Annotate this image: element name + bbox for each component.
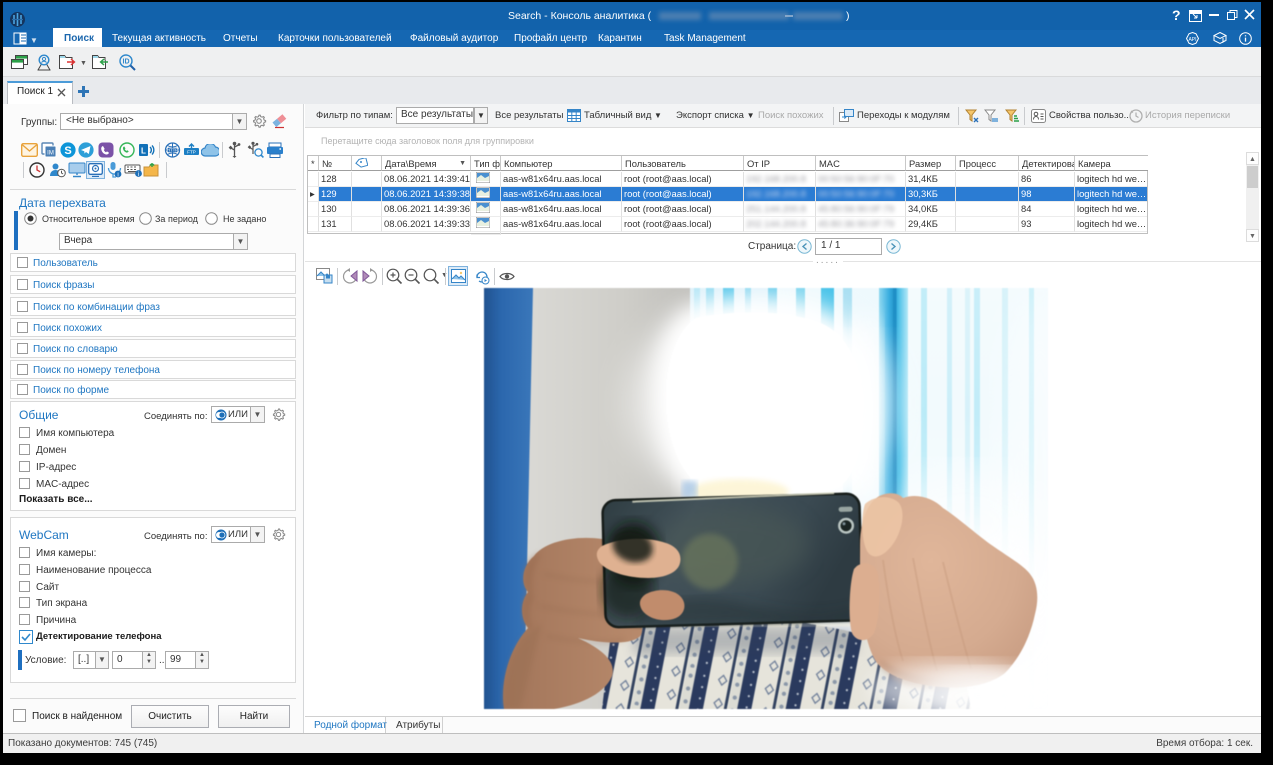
- svg-text:i: i: [138, 172, 139, 178]
- svg-text:L: L: [141, 147, 146, 156]
- svg-text:S: S: [64, 145, 71, 157]
- svg-text:HTTP: HTTP: [167, 148, 179, 153]
- svg-text:API: API: [1188, 37, 1196, 43]
- svg-text:ID: ID: [123, 59, 130, 66]
- svg-text:IM: IM: [47, 150, 54, 156]
- svg-text:FTP: FTP: [187, 150, 196, 155]
- svg-text:i: i: [117, 172, 118, 178]
